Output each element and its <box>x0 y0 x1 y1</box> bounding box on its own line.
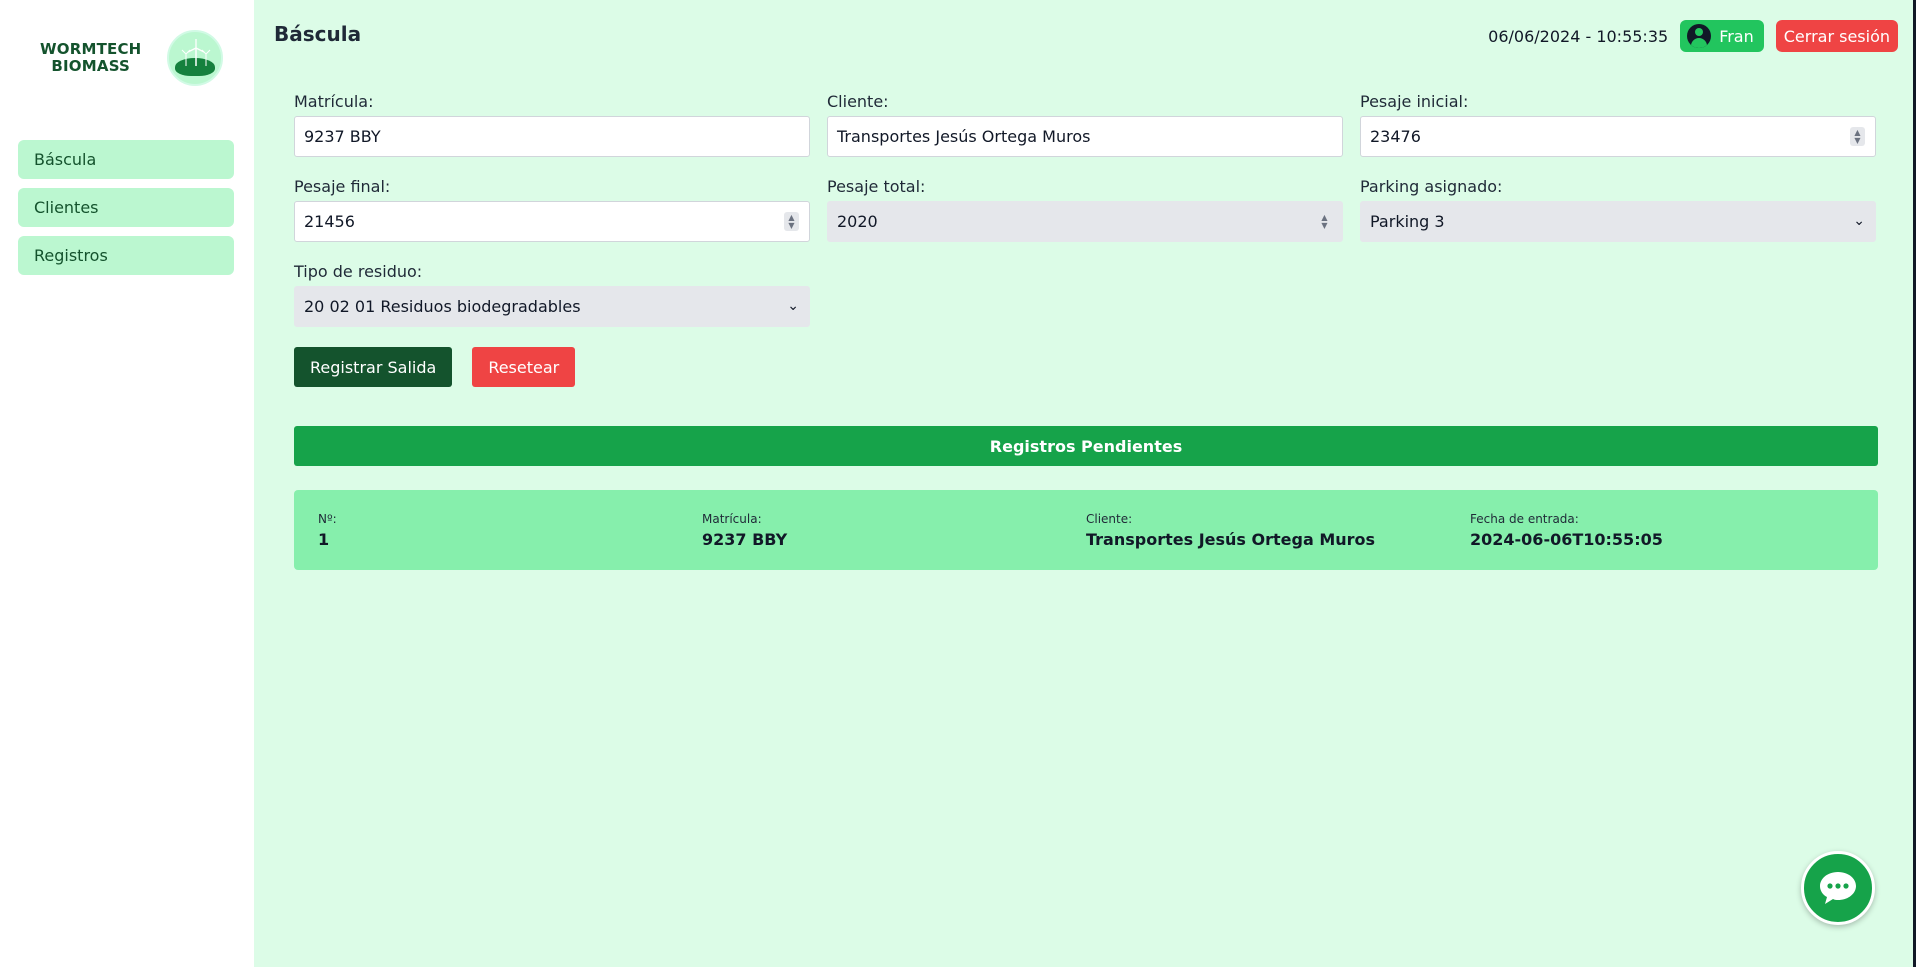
sidebar-nav: Báscula Clientes Registros <box>18 140 234 275</box>
pesaje-total-label: Pesaje total: <box>827 177 926 196</box>
pesaje-final-field: Pesaje final: 21456 ▲ ▼ <box>294 177 810 242</box>
form-actions: Registrar Salida Resetear <box>294 347 1878 387</box>
pesaje-final-input[interactable]: 21456 ▲ ▼ <box>294 201 810 242</box>
record-matricula-value: 9237 BBY <box>702 530 788 549</box>
sidebar: WORMTECH BIOMASS Báscula Clientes Regist… <box>0 0 254 967</box>
parking-value: Parking 3 <box>1370 212 1445 231</box>
main-content: Báscula 06/06/2024 - 10:55:35 Fran Cerra… <box>254 0 1916 967</box>
sidebar-item-label: Registros <box>34 246 108 265</box>
user-button[interactable]: Fran <box>1680 20 1764 52</box>
pesaje-final-value: 21456 <box>304 212 355 231</box>
sidebar-item-bascula[interactable]: Báscula <box>18 140 234 179</box>
pesaje-total-field: Pesaje total: 2020 ▲ ▼ <box>827 177 1343 242</box>
record-fecha-value: 2024-06-06T10:55:05 <box>1470 530 1663 549</box>
wind-turbine-globe-icon <box>167 30 224 86</box>
chevron-down-icon: ⌄ <box>1853 213 1865 229</box>
pesaje-inicial-value: 23476 <box>1370 127 1421 146</box>
pesaje-inicial-field: Pesaje inicial: 23476 ▲ ▼ <box>1360 92 1876 157</box>
chevron-down-icon: ⌄ <box>787 298 799 314</box>
record-cliente: Cliente: Transportes Jesús Ortega Muros <box>1086 512 1470 570</box>
matricula-label: Matrícula: <box>294 92 374 111</box>
brand-line-2: BIOMASS <box>51 57 131 75</box>
matricula-field: Matrícula: 9237 BBY <box>294 92 810 157</box>
parking-label: Parking asignado: <box>1360 177 1503 196</box>
record-fecha-label: Fecha de entrada: <box>1470 512 1579 526</box>
chat-button[interactable] <box>1801 851 1875 925</box>
matricula-input[interactable]: 9237 BBY <box>294 116 810 157</box>
tipo-residuo-select[interactable]: 20 02 01 Residuos biodegradables ⌄ <box>294 286 810 327</box>
number-spinner-icon[interactable]: ▲ ▼ <box>784 212 799 231</box>
user-avatar-icon <box>1687 24 1712 48</box>
sidebar-item-label: Báscula <box>34 150 97 169</box>
datetime-display: 06/06/2024 - 10:55:35 <box>1488 26 1669 46</box>
brand-line-1: WORMTECH <box>40 40 142 58</box>
sidebar-item-clientes[interactable]: Clientes <box>18 188 234 227</box>
record-number-value: 1 <box>318 530 330 549</box>
logout-button[interactable]: Cerrar sesión <box>1775 20 1898 52</box>
cliente-field: Cliente: Transportes Jesús Ortega Muros <box>827 92 1343 157</box>
tipo-residuo-label: Tipo de residuo: <box>294 262 423 281</box>
matricula-value: 9237 BBY <box>304 127 381 146</box>
record-number-label: Nº: <box>318 512 337 526</box>
number-spinner-icon[interactable]: ▲ ▼ <box>1850 127 1865 146</box>
tipo-residuo-field: Tipo de residuo: 20 02 01 Residuos biode… <box>294 262 810 327</box>
sidebar-item-registros[interactable]: Registros <box>18 236 234 275</box>
pending-records-header: Registros Pendientes <box>294 426 1878 466</box>
parking-select[interactable]: Parking 3 ⌄ <box>1360 201 1876 242</box>
record-number: Nº: 1 <box>318 512 702 570</box>
header-actions: 06/06/2024 - 10:55:35 Fran Cerrar sesión <box>1488 20 1898 52</box>
tipo-residuo-value: 20 02 01 Residuos biodegradables <box>304 297 581 316</box>
weighing-form: Matrícula: 9237 BBY Cliente: Transportes… <box>294 92 1878 387</box>
record-fecha: Fecha de entrada: 2024-06-06T10:55:05 <box>1470 512 1854 570</box>
pesaje-total-value: 2020 <box>837 212 878 231</box>
parking-field: Parking asignado: Parking 3 ⌄ <box>1360 177 1876 242</box>
record-matricula-label: Matrícula: <box>702 512 762 526</box>
pesaje-total-input: 2020 ▲ ▼ <box>827 201 1343 242</box>
user-name: Fran <box>1719 26 1754 46</box>
pesaje-final-label: Pesaje final: <box>294 177 391 196</box>
page-title: Báscula <box>274 22 362 46</box>
cliente-input[interactable]: Transportes Jesús Ortega Muros <box>827 116 1343 157</box>
record-cliente-value: Transportes Jesús Ortega Muros <box>1086 530 1376 549</box>
record-matricula: Matrícula: 9237 BBY <box>702 512 1086 570</box>
registrar-salida-button[interactable]: Registrar Salida <box>294 347 453 387</box>
pesaje-inicial-input[interactable]: 23476 ▲ ▼ <box>1360 116 1876 157</box>
cliente-value: Transportes Jesús Ortega Muros <box>837 127 1091 146</box>
number-spinner-icon: ▲ ▼ <box>1321 212 1328 230</box>
cliente-label: Cliente: <box>827 92 889 111</box>
pending-record-card[interactable]: Nº: 1 Matrícula: 9237 BBY Cliente: Trans… <box>294 490 1878 570</box>
record-cliente-label: Cliente: <box>1086 512 1133 526</box>
sidebar-item-label: Clientes <box>34 198 99 217</box>
brand-name: WORMTECH BIOMASS <box>40 41 141 75</box>
pesaje-inicial-label: Pesaje inicial: <box>1360 92 1469 111</box>
brand-logo[interactable]: WORMTECH BIOMASS <box>40 30 224 86</box>
resetear-button[interactable]: Resetear <box>472 347 576 387</box>
chat-bubble-icon <box>1820 872 1856 904</box>
